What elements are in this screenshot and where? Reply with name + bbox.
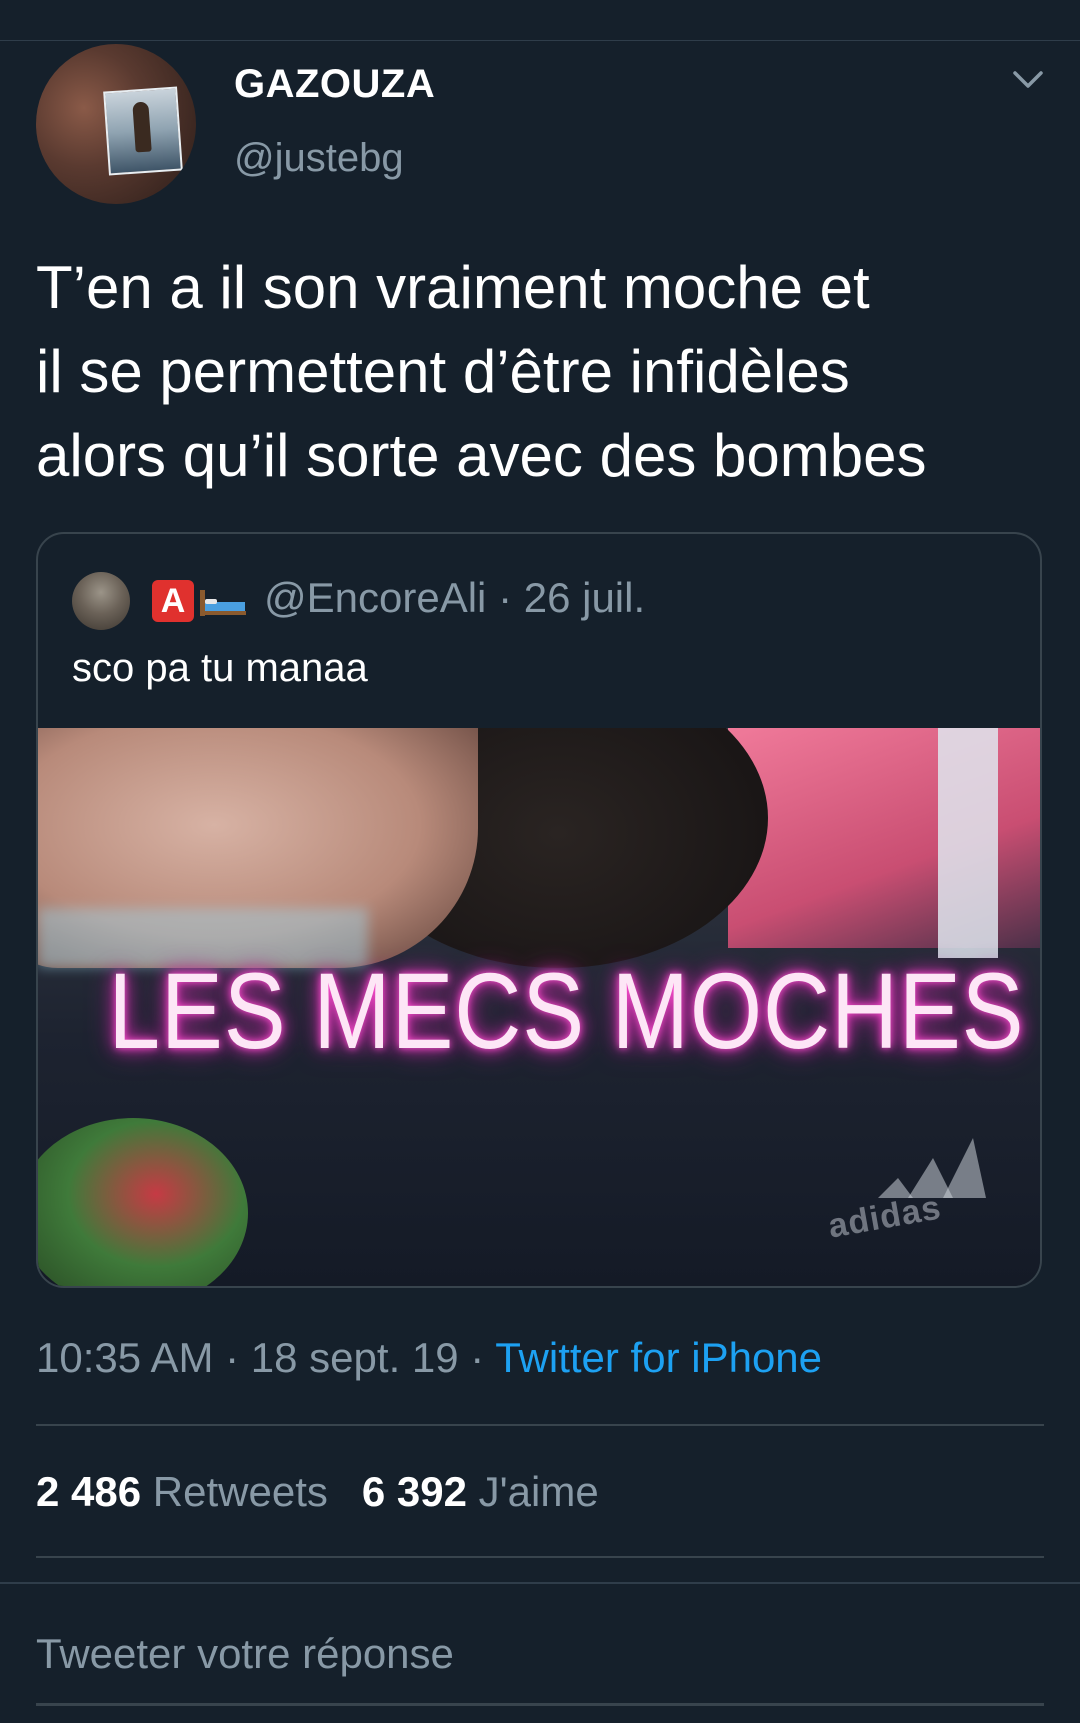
tweet-timestamp: 10:35 AM · 18 sept. 19 · Twitter for iPh… (36, 1334, 822, 1382)
quoted-author-avatar (72, 572, 130, 630)
flag-badge (38, 1118, 248, 1286)
retweets-stat[interactable]: 2 486 Retweets (36, 1468, 328, 1515)
author-avatar[interactable] (36, 44, 196, 204)
tweet-source-link[interactable]: Twitter for iPhone (495, 1334, 822, 1381)
likes-count: 6 392 (361, 1468, 467, 1515)
likes-stat[interactable]: 6 392 J'aime (362, 1468, 599, 1515)
quoted-tweet-image[interactable]: adidas LES MECS MOCHES (38, 728, 1040, 1286)
likes-label: J'aime (478, 1468, 599, 1515)
tweet-time: 10:35 AM (36, 1334, 214, 1381)
meta-separator: · (498, 574, 513, 621)
author-handle[interactable]: @justebg (234, 136, 404, 181)
tweet-text-line: il se permettent d’être infidèles (36, 338, 850, 405)
avatar-figure (132, 101, 152, 153)
meta-separator: · (458, 1334, 496, 1381)
quoted-tweet-text: sco pa tu manaa (72, 646, 368, 690)
tweet-stats: 2 486 Retweets 6 392 J'aime (36, 1468, 599, 1516)
quoted-tweet-meta: @EncoreAli · 26 juil. (264, 574, 645, 622)
bed-emoji-icon (200, 590, 246, 616)
reply-input-underline (36, 1703, 1044, 1706)
retweets-count: 2 486 (36, 1468, 142, 1515)
tweet-text: T’en a il son vraiment moche et il se pe… (36, 246, 1046, 498)
tweet-text-line: T’en a il son vraiment moche et (36, 254, 870, 321)
meta-separator: · (213, 1334, 251, 1381)
quoted-tweet-date: 26 juil. (523, 574, 646, 621)
image-brand-text: adidas (825, 1188, 945, 1246)
divider (36, 1424, 1044, 1426)
chevron-down-icon[interactable] (1012, 68, 1044, 92)
image-caption: LES MECS MOCHES (108, 950, 1025, 1071)
tweet-text-line: alors qu’il sorte avec des bombes (36, 422, 927, 489)
tweet-date: 18 sept. 19 (250, 1334, 459, 1381)
author-display-name[interactable]: GAZOUZA (234, 62, 435, 107)
a-button-emoji-icon: A (152, 580, 194, 622)
quoted-author-handle: @EncoreAli (264, 574, 487, 621)
quoted-tweet-card[interactable]: A @EncoreAli · 26 juil. sco pa tu manaa … (36, 532, 1042, 1288)
divider (36, 1556, 1044, 1558)
divider (0, 1582, 1080, 1584)
retweets-label: Retweets (152, 1468, 328, 1515)
top-divider (0, 40, 1080, 41)
reply-input[interactable]: Tweeter votre réponse (36, 1630, 454, 1678)
